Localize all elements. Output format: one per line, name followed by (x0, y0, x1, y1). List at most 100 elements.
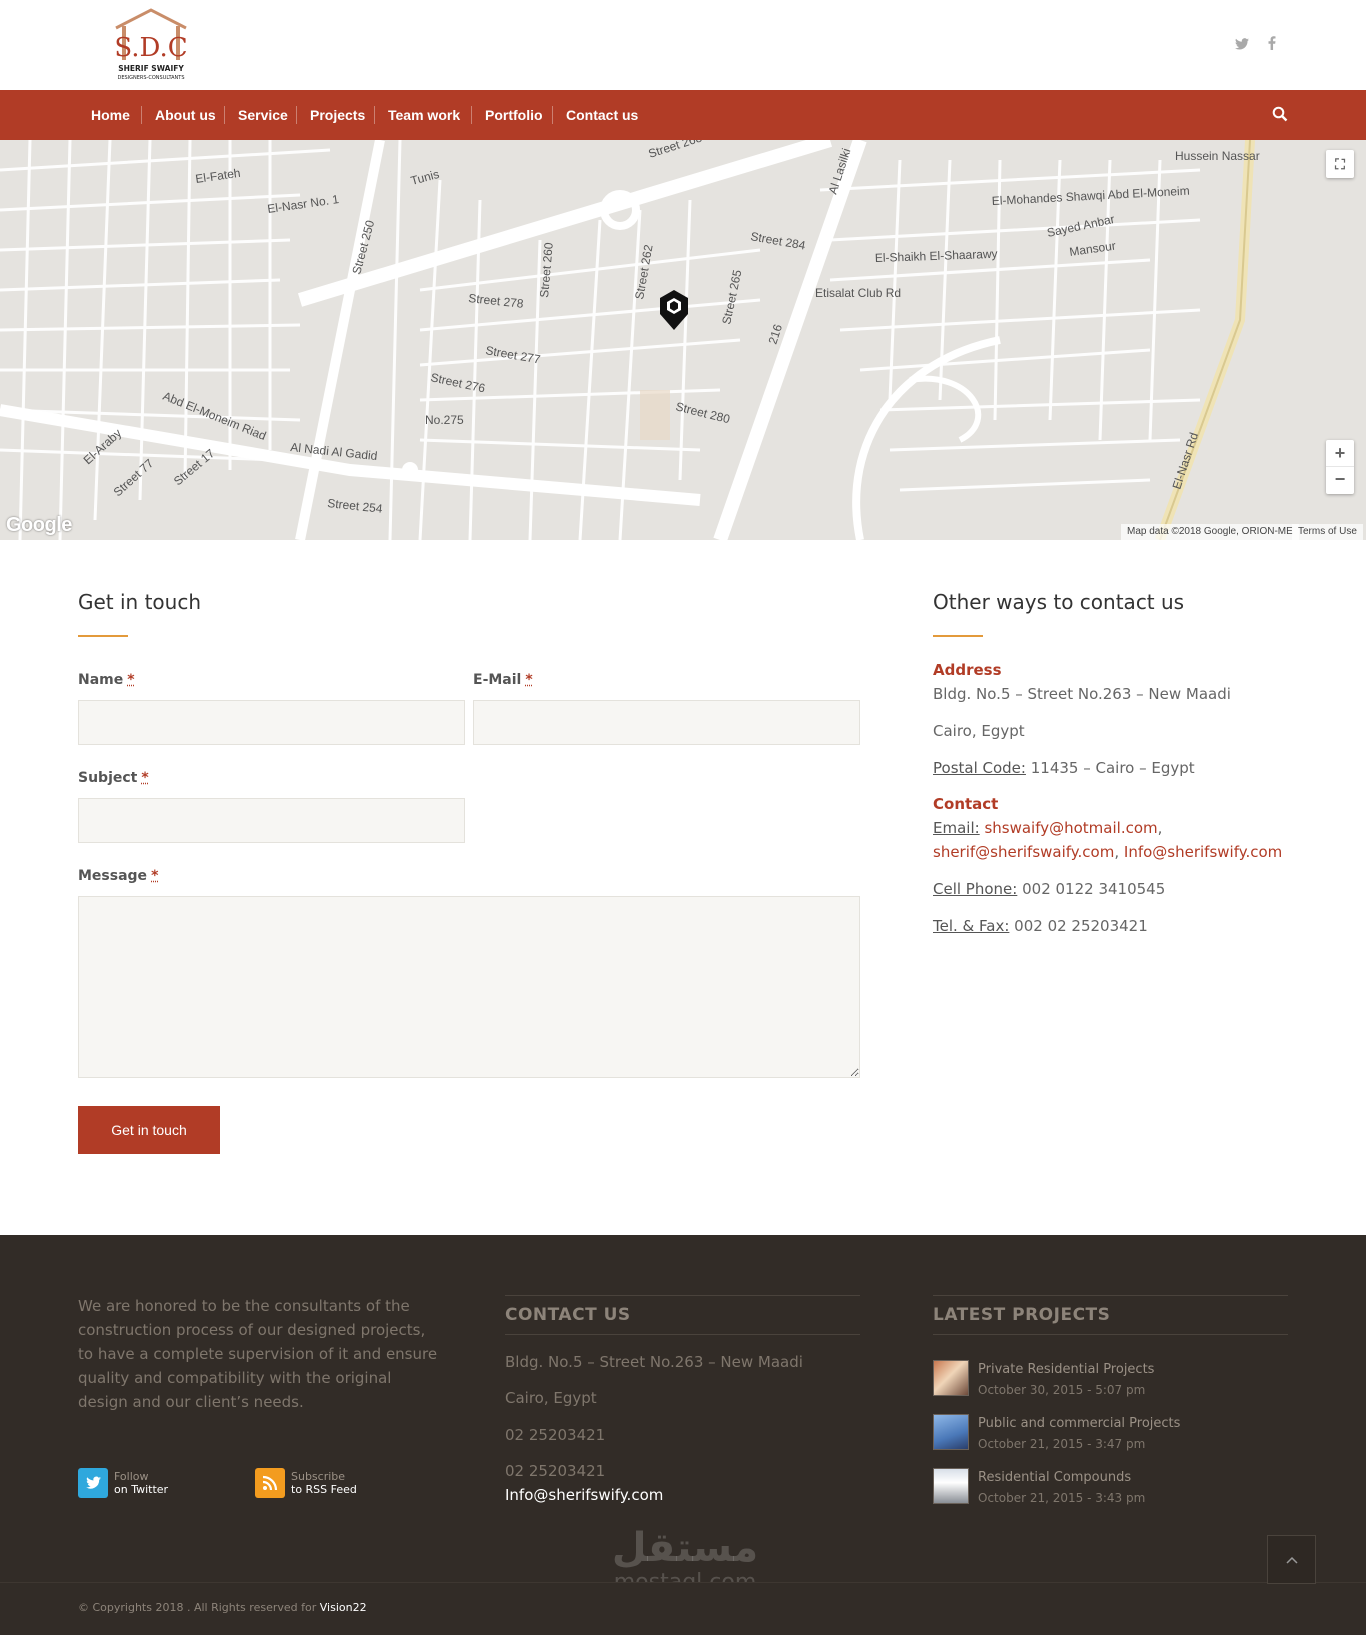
svg-text:S.D.C: S.D.C (114, 33, 187, 63)
map-terms-link[interactable]: Terms of Use (1292, 524, 1363, 540)
divider (505, 1334, 860, 1335)
contact-heading: Contact (933, 795, 999, 813)
email-label: E-Mail * (473, 672, 533, 688)
svg-text:El-Shaikh El-Shaarawy: El-Shaikh El-Shaarawy (875, 247, 998, 265)
footer-address-2: Cairo, Egypt (505, 1389, 597, 1407)
subject-field[interactable] (78, 798, 465, 843)
svg-text:El-Fateh: El-Fateh (194, 166, 241, 186)
svg-text:Mansour: Mansour (1068, 239, 1116, 259)
svg-text:Sayed Anbar: Sayed Anbar (1046, 212, 1116, 240)
copyright-brand-link[interactable]: Vision22 (320, 1601, 367, 1614)
nav-service[interactable]: Service (238, 90, 288, 140)
svg-text:DESIGNERS-CONSULTANTS: DESIGNERS-CONSULTANTS (117, 75, 184, 81)
project-title-1[interactable]: Private Residential Projects (978, 1362, 1154, 1377)
name-field[interactable] (78, 700, 465, 745)
svg-text:Street 268: Street 268 (647, 140, 704, 161)
svg-text:Tunis: Tunis (409, 167, 441, 188)
svg-text:Hussein Nassar: Hussein Nassar (1175, 149, 1260, 163)
form-title: Get in touch (78, 590, 202, 614)
svg-text:Street 277: Street 277 (484, 343, 541, 366)
nav-separator (296, 106, 297, 124)
site-logo[interactable]: S.D.C SHERIF SWAIFY DESIGNERS-CONSULTANT… (108, 6, 194, 82)
nav-separator (141, 106, 142, 124)
subject-label: Subject * (78, 770, 149, 786)
twitter-follow-link[interactable]: Follow on Twitter (114, 1470, 168, 1496)
footer-email-link[interactable]: Info@sherifswify.com (505, 1483, 663, 1507)
address-line-1: Bldg. No.5 – Street No.263 – New Maadi (933, 685, 1231, 703)
divider (933, 1295, 1288, 1296)
project-date-1: October 30, 2015 - 5:07 pm (978, 1383, 1146, 1397)
svg-text:Street 254: Street 254 (327, 496, 384, 516)
nav-separator (224, 106, 225, 124)
main-nav: Home About us Service Projects Team work… (0, 90, 1366, 140)
project-thumbnail[interactable] (933, 1360, 969, 1396)
svg-text:Street 276: Street 276 (429, 370, 486, 395)
nav-separator (471, 106, 472, 124)
nav-separator (552, 106, 553, 124)
zoom-out-button[interactable]: − (1326, 467, 1354, 494)
location-pin-icon[interactable] (657, 288, 691, 332)
svg-text:No.275: No.275 (425, 413, 464, 427)
svg-text:SHERIF SWAIFY: SHERIF SWAIFY (118, 64, 184, 73)
project-date-3: October 21, 2015 - 3:43 pm (978, 1491, 1146, 1505)
message-label: Message * (78, 868, 159, 884)
svg-text:El-Mohandes Shawqi Abd El-Mone: El-Mohandes Shawqi Abd El-Moneim (991, 184, 1190, 208)
submit-button[interactable]: Get in touch (78, 1106, 220, 1154)
name-label: Name * (78, 672, 135, 688)
email-link-1[interactable]: shswaify@hotmail.com (984, 819, 1157, 837)
title-underline (78, 635, 128, 637)
title-underline (933, 635, 983, 637)
svg-text:Street 265: Street 265 (719, 268, 744, 325)
zoom-in-button[interactable]: + (1326, 440, 1354, 467)
search-icon[interactable] (1272, 106, 1290, 124)
svg-text:Street 77: Street 77 (111, 456, 157, 499)
postal-code: Postal Code: 11435 – Cairo – Egypt (933, 759, 1195, 777)
map-streets: Street 268 Hussein Nassar El-Mohandes Sh… (0, 140, 1260, 540)
twitter-icon[interactable] (78, 1468, 108, 1498)
divider (933, 1334, 1288, 1335)
nav-team-work[interactable]: Team work (388, 90, 460, 140)
scroll-to-top-button[interactable] (1267, 1535, 1316, 1584)
footer-about: We are honored to be the consultants of … (78, 1297, 438, 1411)
site-header: S.D.C SHERIF SWAIFY DESIGNERS-CONSULTANT… (0, 0, 1366, 90)
tel-fax: Tel. & Fax: 002 02 25203421 (933, 917, 1148, 935)
google-map[interactable]: Street 268 Hussein Nassar El-Mohandes Sh… (0, 140, 1366, 540)
map-attribution: Map data ©2018 Google, ORION-ME (1121, 524, 1299, 540)
footer-phone-2: 02 25203421 (505, 1462, 606, 1480)
twitter-icon[interactable] (1233, 36, 1251, 54)
project-thumbnail[interactable] (933, 1468, 969, 1504)
message-field[interactable] (78, 896, 860, 1078)
cell-phone: Cell Phone: 002 0122 3410545 (933, 880, 1166, 898)
zoom-controls: + − (1326, 440, 1354, 494)
divider (505, 1295, 860, 1296)
nav-about-us[interactable]: About us (155, 90, 216, 140)
latest-projects-heading: LATEST PROJECTS (933, 1305, 1111, 1325)
rss-icon[interactable] (255, 1468, 285, 1498)
email-link-2[interactable]: sherif@sherifswaify.com (933, 843, 1114, 861)
project-thumbnail[interactable] (933, 1414, 969, 1450)
footer-phone-1: 02 25203421 (505, 1426, 606, 1444)
email-field[interactable] (473, 700, 860, 745)
project-title-3[interactable]: Residential Compounds (978, 1470, 1131, 1485)
svg-text:Street 17: Street 17 (171, 446, 218, 488)
nav-portfolio[interactable]: Portfolio (485, 90, 543, 140)
email-line: Email: shswaify@hotmail.com, (933, 819, 1163, 837)
chevron-up-icon (1285, 1556, 1298, 1564)
google-logo[interactable]: Google (6, 514, 72, 537)
copyright: © Copyrights 2018 . All Rights reserved … (78, 1601, 367, 1614)
nav-contact-us[interactable]: Contact us (566, 90, 638, 140)
address-heading: Address (933, 661, 1002, 679)
facebook-icon[interactable] (1263, 36, 1281, 54)
address-line-2: Cairo, Egypt (933, 722, 1025, 740)
project-title-2[interactable]: Public and commercial Projects (978, 1416, 1180, 1431)
rss-subscribe-link[interactable]: Subscribe to RSS Feed (291, 1470, 357, 1496)
logo-image: S.D.C SHERIF SWAIFY DESIGNERS-CONSULTANT… (114, 8, 188, 81)
project-date-2: October 21, 2015 - 3:47 pm (978, 1437, 1146, 1451)
email-line-2: sherif@sherifswaify.com, Info@sherifswif… (933, 843, 1283, 861)
footer-address-1: Bldg. No.5 – Street No.263 – New Maadi (505, 1353, 803, 1371)
nav-home[interactable]: Home (91, 90, 130, 140)
fullscreen-icon[interactable]: ⛶ (1326, 150, 1354, 178)
nav-separator (374, 106, 375, 124)
email-link-3[interactable]: Info@sherifswify.com (1124, 843, 1282, 861)
nav-projects[interactable]: Projects (310, 90, 365, 140)
